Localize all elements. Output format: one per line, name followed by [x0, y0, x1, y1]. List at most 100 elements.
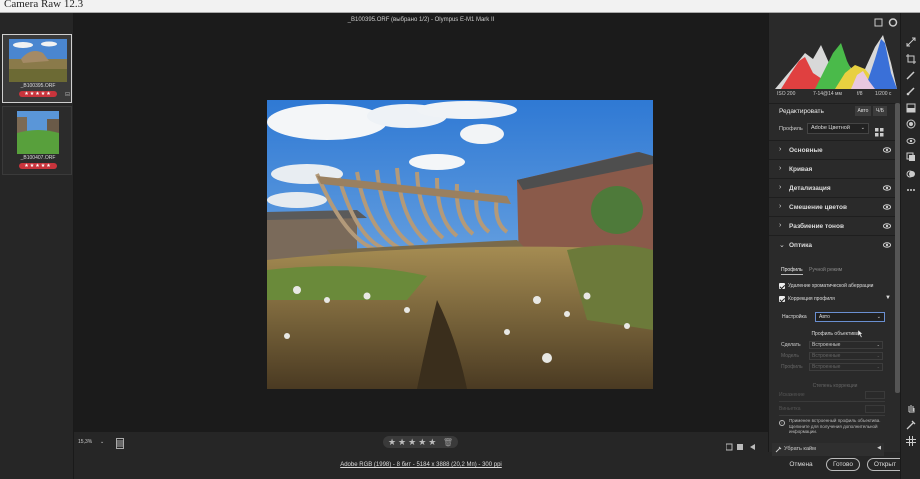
section-optics[interactable]: ⌄ Оптика [769, 235, 901, 254]
setup-select[interactable]: Авто ⌄ [815, 312, 885, 322]
filmstrip-toggle-icon[interactable] [116, 436, 124, 449]
filmstrip-thumb[interactable]: _B100407.ORF ★★★★★ [2, 106, 72, 175]
red-eye-icon[interactable] [906, 136, 916, 146]
collapse-triangle-icon[interactable]: ◀ [877, 445, 881, 451]
info-message[interactable]: i Применен встроенный профиль объектива.… [779, 418, 891, 440]
grid-icon[interactable] [906, 436, 916, 446]
section-label: Оптика [789, 242, 813, 249]
profile-correction-checkbox[interactable]: Коррекция профиля ▼ [779, 295, 897, 305]
fullscreen-icon[interactable] [906, 37, 916, 47]
chevron-down-icon: ⌄ [100, 439, 105, 445]
mouse-cursor-icon [857, 330, 863, 338]
adjustment-brush-icon[interactable] [906, 86, 916, 96]
checkbox-label: Коррекция профиля [788, 296, 835, 302]
section-label: Разбиение тонов [789, 223, 844, 230]
thumb-rating-badge: ★★★★★ [19, 91, 57, 97]
cancel-button[interactable]: Отмена [786, 459, 816, 470]
hand-icon[interactable] [906, 403, 916, 413]
presets-icon[interactable] [906, 169, 916, 179]
tab-manual[interactable]: Ручной режим [809, 267, 842, 273]
lens-profile-heading: Профиль объектива [811, 331, 859, 337]
radial-filter-icon[interactable] [906, 119, 916, 129]
filmstrip: _B100395.ORF ★★★★★ ⊟ _B100407.ORF ★★★★★ [0, 13, 74, 479]
chevron-right-icon: › [779, 146, 782, 153]
section-split-toning[interactable]: › Разбиение тонов [769, 216, 901, 235]
checkbox[interactable] [779, 283, 785, 289]
defringe-label: Убрать кайм [784, 446, 816, 452]
chevron-down-icon: ⌄ [860, 125, 865, 131]
section-label: Детализация [789, 185, 831, 192]
section-curve[interactable]: › Кривая [769, 159, 901, 178]
section-label: Кривая [789, 166, 813, 173]
auto-button[interactable]: Авто [855, 106, 871, 116]
section-basic[interactable]: › Основные [769, 140, 901, 159]
open-button[interactable]: Открыт [867, 458, 903, 471]
edit-panel: ISO 200 7-14@14 мм f/8 1/200 с Редактиро… [768, 13, 901, 452]
snapshots-icon[interactable] [906, 152, 916, 162]
focal-value: 7-14@14 мм [813, 91, 842, 97]
section-color-mixer[interactable]: › Смешение цветов [769, 197, 901, 216]
chromatic-aberration-checkbox[interactable]: Удаление хроматической аберрации [779, 282, 897, 292]
star-rating[interactable]: ★★★★★ 🗑 [383, 436, 458, 448]
checkbox[interactable] [779, 296, 785, 302]
thumb-filename: _B100395.ORF [20, 83, 56, 89]
file-title: _B100395.ORF (выбрано 1/2) - Olympus E-M… [347, 17, 495, 23]
eye-icon[interactable] [883, 184, 891, 192]
filmstrip-thumb[interactable]: _B100395.ORF ★★★★★ ⊟ [2, 34, 72, 103]
distortion-slider[interactable]: Искажение [779, 390, 885, 402]
chevron-down-icon: ⌄ [876, 353, 880, 358]
model-select[interactable]: Встроенные ⌄ [809, 352, 883, 360]
spot-removal-icon[interactable] [906, 70, 916, 80]
info-icon: i [779, 420, 785, 426]
disclosure-triangle-icon[interactable]: ▼ [885, 295, 891, 301]
graduated-filter-icon[interactable] [906, 103, 916, 113]
tab-profile[interactable]: Профиль [781, 267, 803, 275]
make-label: Сделать [781, 342, 801, 348]
eye-icon[interactable] [883, 203, 891, 211]
single-view-icon [737, 444, 743, 450]
white-balance-icon[interactable] [906, 420, 916, 430]
eye-icon[interactable] [883, 146, 891, 154]
view-mode-icons [725, 438, 756, 451]
eyedropper-icon[interactable] [775, 446, 782, 453]
section-detail[interactable]: › Детализация [769, 178, 901, 197]
chevron-down-icon: ⌄ [876, 342, 880, 347]
trash-icon[interactable]: 🗑 [443, 438, 453, 447]
make-select-value: Встроенные [812, 342, 841, 348]
thumb-rating-badge: ★★★★★ [19, 163, 57, 169]
profile-select[interactable]: Adobe Цветной ⌄ [807, 123, 869, 134]
edit-header: Редактировать Авто Ч/Б [769, 103, 901, 119]
make-select[interactable]: Встроенные ⌄ [809, 341, 883, 349]
setup-select-value: Авто [819, 314, 830, 320]
lens-profile-select[interactable]: Встроенные ⌄ [809, 363, 883, 371]
optics-tabs: Профиль Ручной режим [769, 265, 901, 277]
zoom-dropdown[interactable]: 15,3% ⌄ [78, 437, 108, 447]
shutter-value: 1/200 с [875, 91, 892, 97]
chevron-right-icon: › [779, 203, 782, 210]
more-icon[interactable] [906, 185, 916, 195]
thumbnail-image [17, 111, 59, 154]
workflow-options-link[interactable]: Adobe RGB (1998) - 8 бит - 5184 x 3888 (… [74, 462, 768, 468]
thumb-filename: _B100407.ORF [20, 155, 56, 161]
model-label: Модель [781, 353, 799, 359]
chevron-right-icon: › [779, 184, 782, 191]
crop-icon[interactable] [906, 54, 916, 64]
rating-stars: ★★★★★ [387, 437, 439, 447]
distortion-value-field[interactable] [865, 391, 885, 399]
bw-button[interactable]: Ч/Б [873, 106, 887, 116]
eye-icon[interactable] [883, 241, 891, 249]
defringe-row[interactable]: Убрать кайм ◀ [772, 443, 884, 456]
chevron-down-icon: ⌄ [876, 314, 881, 320]
vignette-value-field[interactable] [865, 405, 885, 413]
eye-icon[interactable] [883, 222, 891, 230]
vignette-slider[interactable]: Виньетка [779, 404, 885, 416]
correction-amount-heading: Степень коррекции [812, 383, 858, 389]
collapse-panel-icon [750, 444, 755, 450]
lens-profile-row: Профиль Встроенные ⌄ [779, 362, 897, 372]
tool-rail [900, 13, 920, 479]
profile-browser-icon[interactable] [875, 124, 884, 137]
preview-photo[interactable] [267, 100, 653, 389]
panel-top-icons [769, 13, 901, 33]
done-button[interactable]: Готово [826, 458, 860, 471]
section-label: Основные [789, 147, 823, 154]
